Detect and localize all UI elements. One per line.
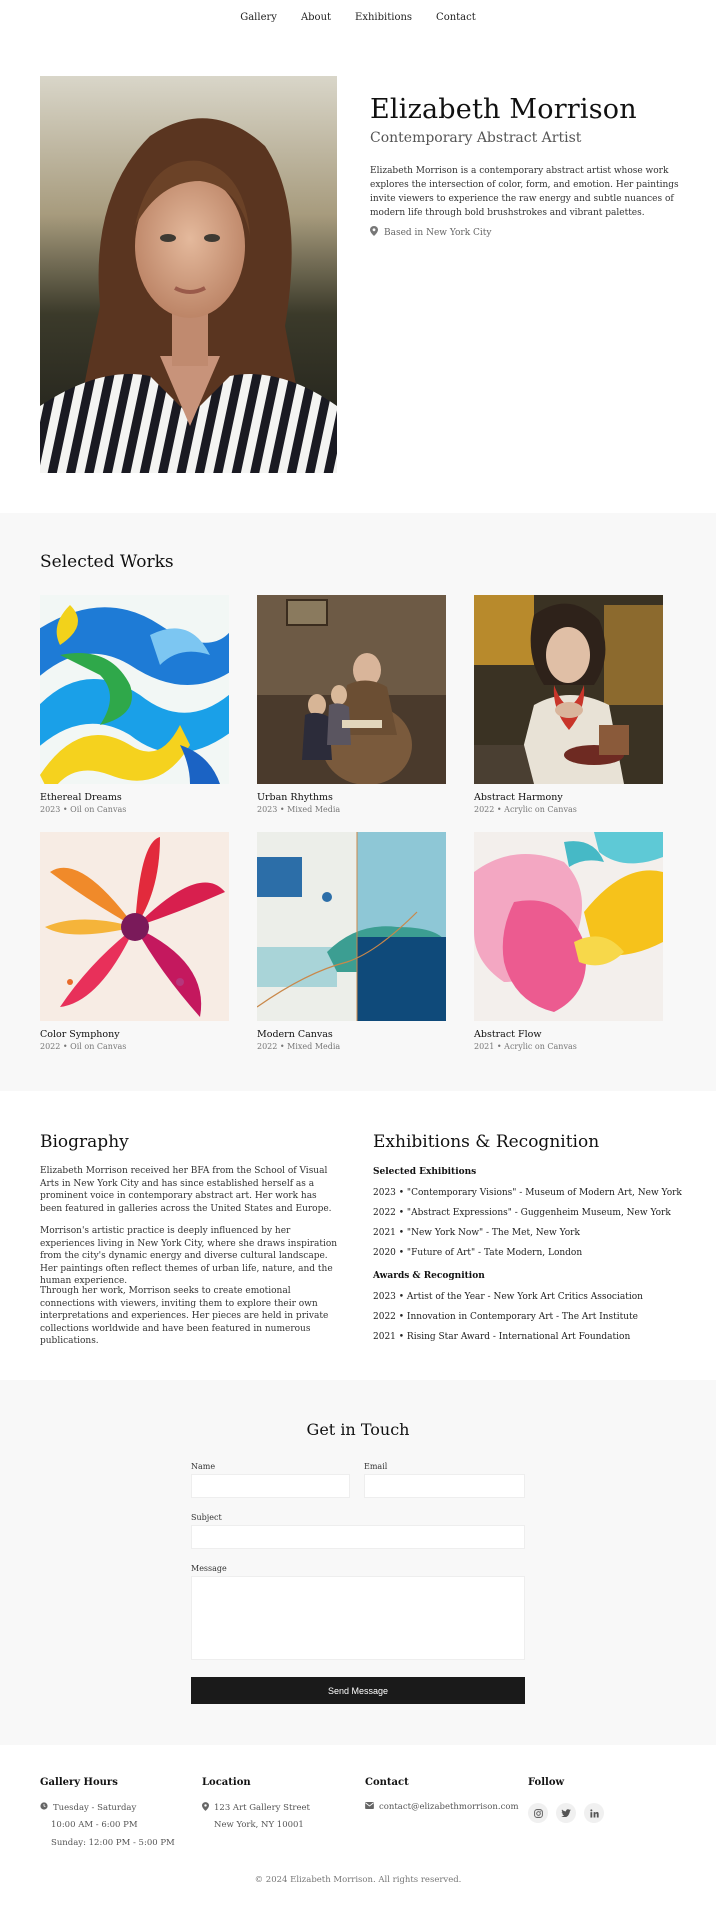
work-meta: 2023 • Oil on Canvas (40, 805, 127, 814)
work-title: Urban Rhythms (257, 792, 333, 803)
exhibition-item: 2022 • "Abstract Expressions" - Guggenhe… (373, 1208, 671, 1218)
address-line-1: 123 Art Gallery Street (202, 1802, 310, 1814)
artist-subtitle: Contemporary Abstract Artist (370, 130, 582, 146)
award-item: 2023 • Artist of the Year - New York Art… (373, 1292, 643, 1302)
work-card[interactable]: Urban Rhythms 2023 • Mixed Media (257, 595, 446, 814)
work-title: Modern Canvas (257, 1029, 333, 1040)
work-title: Color Symphony (40, 1029, 120, 1040)
hours-time: 10:00 AM - 6:00 PM (51, 1820, 138, 1830)
works-title: Selected Works (40, 552, 174, 572)
biography-paragraph: Elizabeth Morrison received her BFA from… (40, 1166, 332, 1214)
selected-exhibitions-heading: Selected Exhibitions (373, 1167, 477, 1177)
work-card[interactable]: Abstract Harmony 2022 • Acrylic on Canva… (474, 595, 663, 814)
exhibitions-title: Exhibitions & Recognition (373, 1132, 600, 1152)
work-meta: 2022 • Oil on Canvas (40, 1042, 127, 1051)
artwork-image[interactable] (257, 595, 446, 784)
message-textarea[interactable] (191, 1576, 525, 1660)
artist-portrait (40, 76, 337, 473)
work-title: Ethereal Dreams (40, 792, 122, 803)
work-title: Abstract Harmony (474, 792, 563, 803)
location-line: Based in New York City (370, 226, 492, 239)
footer-email[interactable]: contact@elizabethmorrison.com (365, 1802, 519, 1812)
nav-exhibitions[interactable]: Exhibitions (355, 12, 412, 23)
work-meta: 2022 • Mixed Media (257, 1042, 341, 1051)
nav-gallery[interactable]: Gallery (240, 12, 277, 23)
location-text: Based in New York City (384, 227, 492, 238)
award-item: 2021 • Rising Star Award - International… (373, 1332, 631, 1342)
work-meta: 2022 • Acrylic on Canvas (474, 805, 577, 814)
work-card[interactable]: Modern Canvas 2022 • Mixed Media (257, 832, 446, 1051)
artwork-image[interactable] (257, 832, 446, 1021)
footer-contact-heading: Contact (365, 1777, 409, 1788)
nav-contact[interactable]: Contact (436, 12, 476, 23)
biography-paragraph: Morrison's artistic practice is deeply i… (40, 1226, 338, 1286)
work-meta: 2021 • Acrylic on Canvas (474, 1042, 577, 1051)
work-title: Abstract Flow (474, 1029, 542, 1040)
exhibition-item: 2020 • "Future of Art" - Tate Modern, Lo… (373, 1248, 583, 1258)
name-input[interactable] (191, 1474, 350, 1498)
biography-title: Biography (40, 1132, 129, 1152)
subject-label: Subject (191, 1513, 222, 1522)
send-message-button[interactable]: Send Message (191, 1677, 525, 1704)
exhibition-item: 2023 • "Contemporary Visions" - Museum o… (373, 1188, 682, 1198)
name-label: Name (191, 1462, 216, 1471)
email-input[interactable] (364, 1474, 525, 1498)
artwork-image[interactable] (474, 832, 663, 1021)
top-nav: Gallery About Exhibitions Contact (0, 12, 716, 23)
clock-icon (40, 1802, 48, 1813)
footer-hours-heading: Gallery Hours (40, 1777, 118, 1788)
linkedin-icon[interactable] (584, 1803, 604, 1823)
artwork-image[interactable] (40, 832, 229, 1021)
address-line-1-text: 123 Art Gallery Street (214, 1803, 310, 1813)
copyright: © 2024 Elizabeth Morrison. All rights re… (254, 1875, 462, 1885)
artwork-image[interactable] (474, 595, 663, 784)
footer-email-text[interactable]: contact@elizabethmorrison.com (379, 1802, 519, 1812)
address-line-2: New York, NY 10001 (214, 1820, 304, 1830)
envelope-icon (365, 1802, 374, 1812)
email-label: Email (364, 1462, 388, 1471)
footer-follow-heading: Follow (528, 1777, 565, 1788)
contact-title: Get in Touch (306, 1420, 410, 1439)
subject-input[interactable] (191, 1525, 525, 1549)
footer-location-heading: Location (202, 1777, 251, 1788)
award-item: 2022 • Innovation in Contemporary Art - … (373, 1312, 638, 1322)
hours-sunday: Sunday: 12:00 PM - 5:00 PM (51, 1838, 175, 1848)
nav-about[interactable]: About (301, 12, 331, 23)
message-label: Message (191, 1564, 227, 1573)
instagram-icon[interactable] (528, 1803, 548, 1823)
artwork-image[interactable] (40, 595, 229, 784)
work-card[interactable]: Abstract Flow 2021 • Acrylic on Canvas (474, 832, 663, 1051)
awards-heading: Awards & Recognition (373, 1271, 485, 1281)
artist-name: Elizabeth Morrison (370, 94, 637, 125)
exhibition-item: 2021 • "New York Now" - The Met, New Yor… (373, 1228, 580, 1238)
map-pin-icon (202, 1802, 209, 1814)
hours-days-text: Tuesday - Saturday (53, 1802, 137, 1813)
work-meta: 2023 • Mixed Media (257, 805, 341, 814)
hours-days: Tuesday - Saturday (40, 1802, 136, 1813)
map-pin-icon (370, 226, 378, 239)
biography-paragraph: Through her work, Morrison seeks to crea… (40, 1286, 329, 1346)
artist-intro: Elizabeth Morrison is a contemporary abs… (370, 166, 679, 218)
work-card[interactable]: Ethereal Dreams 2023 • Oil on Canvas (40, 595, 229, 814)
twitter-icon[interactable] (556, 1803, 576, 1823)
work-card[interactable]: Color Symphony 2022 • Oil on Canvas (40, 832, 229, 1051)
